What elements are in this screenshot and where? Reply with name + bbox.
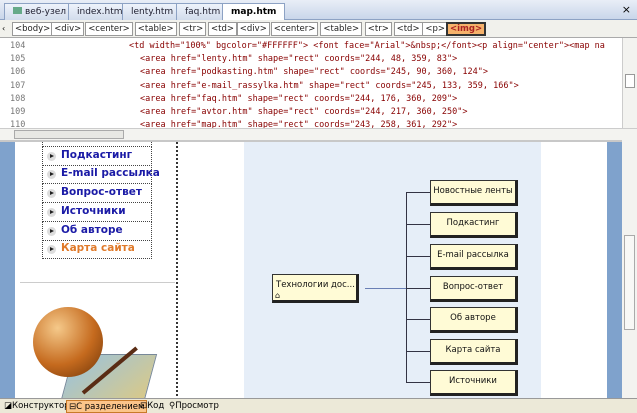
design-vertical-scrollbar[interactable] bbox=[622, 140, 637, 398]
view-switcher-bar: ◪Конструктор ⊟С разделением ⊡Код ⚲Просмо… bbox=[0, 398, 637, 413]
code-line: <area href="avtor.htm" shape="rect" coor… bbox=[140, 107, 468, 117]
code-line: <area href="lenty.htm" shape="rect" coor… bbox=[140, 54, 458, 65]
close-icon[interactable]: × bbox=[622, 3, 631, 16]
bullet-arrow-icon bbox=[47, 140, 56, 142]
bullet-arrow-icon bbox=[47, 226, 56, 236]
tab-map[interactable]: map.htm bbox=[222, 3, 286, 21]
diagram-root-node[interactable]: Технологии дос... ⌂ bbox=[272, 274, 359, 303]
line-number: 104 bbox=[10, 41, 26, 51]
right-border-stripe bbox=[607, 142, 622, 398]
menu-link[interactable]: E-mail рассылка bbox=[42, 165, 160, 185]
connector-branch bbox=[406, 288, 430, 289]
line-number: 110 bbox=[10, 120, 26, 128]
code-horizontal-scrollbar[interactable] bbox=[0, 128, 637, 140]
tag-selector: ‹ <body> <div> <center> <table> <tr> <td> <div>… bbox=[0, 20, 637, 38]
tag-img[interactable]: <img> bbox=[446, 22, 487, 36]
split-view-button[interactable]: ⊟С разделением bbox=[66, 400, 148, 413]
site-map-diagram: Новостные ленты Подкастинг E-mail рассылка… bbox=[244, 142, 541, 398]
navigation-column: Новостные лентыПодкастингE-mail рассылка… bbox=[15, 142, 178, 398]
connector-branch bbox=[406, 319, 430, 320]
code-vertical-scrollbar[interactable] bbox=[622, 38, 637, 128]
tag-tr[interactable]: <tr> bbox=[179, 22, 207, 36]
menu-link[interactable]: Карта сайта bbox=[42, 240, 152, 260]
folder-icon bbox=[13, 7, 22, 14]
tag-body[interactable]: <body> bbox=[12, 22, 54, 36]
root-label: Технологии дос... bbox=[276, 280, 355, 290]
preview-button[interactable]: ⚲Просмотр bbox=[167, 400, 221, 413]
tag-td[interactable]: <td> bbox=[208, 22, 237, 36]
diagram-node[interactable]: Об авторе bbox=[430, 307, 518, 333]
menu-link[interactable]: Источники bbox=[42, 202, 152, 222]
scroll-left-icon[interactable]: ‹ bbox=[2, 24, 5, 33]
tag-p[interactable]: <p> bbox=[422, 22, 449, 36]
connector-line bbox=[365, 288, 407, 289]
bullet-arrow-icon bbox=[47, 245, 56, 255]
left-border-stripe bbox=[0, 142, 15, 398]
bullet-arrow-icon bbox=[47, 151, 56, 161]
document-tabs: веб-узел index.htm lenty.htm faq.htm map… bbox=[0, 0, 637, 21]
bullet-arrow-icon bbox=[47, 207, 56, 217]
tag-table[interactable]: <table> bbox=[134, 22, 177, 36]
connector-branch bbox=[406, 351, 430, 352]
code-line: <td width="100%" bgcolor="#FFFFFF"> <fon… bbox=[129, 41, 605, 51]
diagram-node[interactable]: Источники bbox=[430, 370, 518, 396]
menu-link[interactable]: Вопрос-ответ bbox=[42, 184, 152, 204]
design-view-button[interactable]: ◪Конструктор bbox=[2, 400, 72, 413]
connector-branch bbox=[406, 256, 430, 257]
tag-div[interactable]: <div> bbox=[236, 22, 270, 36]
code-line: <area href="podkasting.htm" shape="rect"… bbox=[140, 67, 488, 78]
diagram-node[interactable]: Вопрос-ответ bbox=[430, 276, 518, 302]
design-view[interactable]: Новостные лентыПодкастингE-mail рассылка… bbox=[0, 140, 622, 398]
line-number: 105 bbox=[10, 54, 26, 65]
tab-lenty[interactable]: lenty.htm bbox=[122, 3, 183, 20]
tag-center[interactable]: <center> bbox=[85, 22, 133, 36]
line-number: 109 bbox=[10, 107, 26, 117]
diagram-node[interactable]: E-mail рассылка bbox=[430, 244, 518, 270]
code-line: <area href="e-mail_rassylka.htm" shape="… bbox=[140, 80, 519, 91]
connector-branch bbox=[406, 192, 430, 193]
globe-image bbox=[33, 299, 158, 398]
line-number: 108 bbox=[10, 93, 26, 104]
code-line: <area href="map.htm" shape="rect" coords… bbox=[140, 120, 458, 128]
tag-center[interactable]: <center> bbox=[270, 22, 319, 36]
connector-branch bbox=[406, 382, 430, 383]
diagram-node[interactable]: Новостные ленты bbox=[430, 180, 518, 206]
design-icon: ◪ bbox=[4, 401, 13, 411]
divider bbox=[20, 282, 175, 283]
home-icon: ⌂ bbox=[275, 291, 281, 300]
tab-web-site[interactable]: веб-узел bbox=[4, 3, 76, 20]
diagram-node[interactable]: Подкастинг bbox=[430, 212, 518, 238]
code-view-button[interactable]: ⊡Код bbox=[138, 400, 166, 413]
tag-tr[interactable]: <tr> bbox=[364, 22, 392, 36]
connector-branch bbox=[406, 224, 430, 225]
code-line: <area href="faq.htm" shape="rect" coords… bbox=[140, 93, 458, 104]
bullet-arrow-icon bbox=[47, 189, 56, 199]
line-number: 106 bbox=[10, 67, 26, 78]
bullet-arrow-icon bbox=[47, 170, 56, 180]
tag-table[interactable]: <table> bbox=[320, 22, 363, 36]
tag-td[interactable]: <td> bbox=[393, 22, 423, 36]
code-editor[interactable]: 104 <td width="100%" bgcolor="#FFFFFF"> <… bbox=[0, 38, 622, 128]
tag-div[interactable]: <div> bbox=[51, 22, 85, 36]
menu-link[interactable]: Об авторе bbox=[42, 221, 152, 241]
line-number: 107 bbox=[10, 80, 26, 91]
diagram-node[interactable]: Карта сайта bbox=[430, 339, 518, 365]
menu-link[interactable]: Подкастинг bbox=[42, 146, 152, 166]
